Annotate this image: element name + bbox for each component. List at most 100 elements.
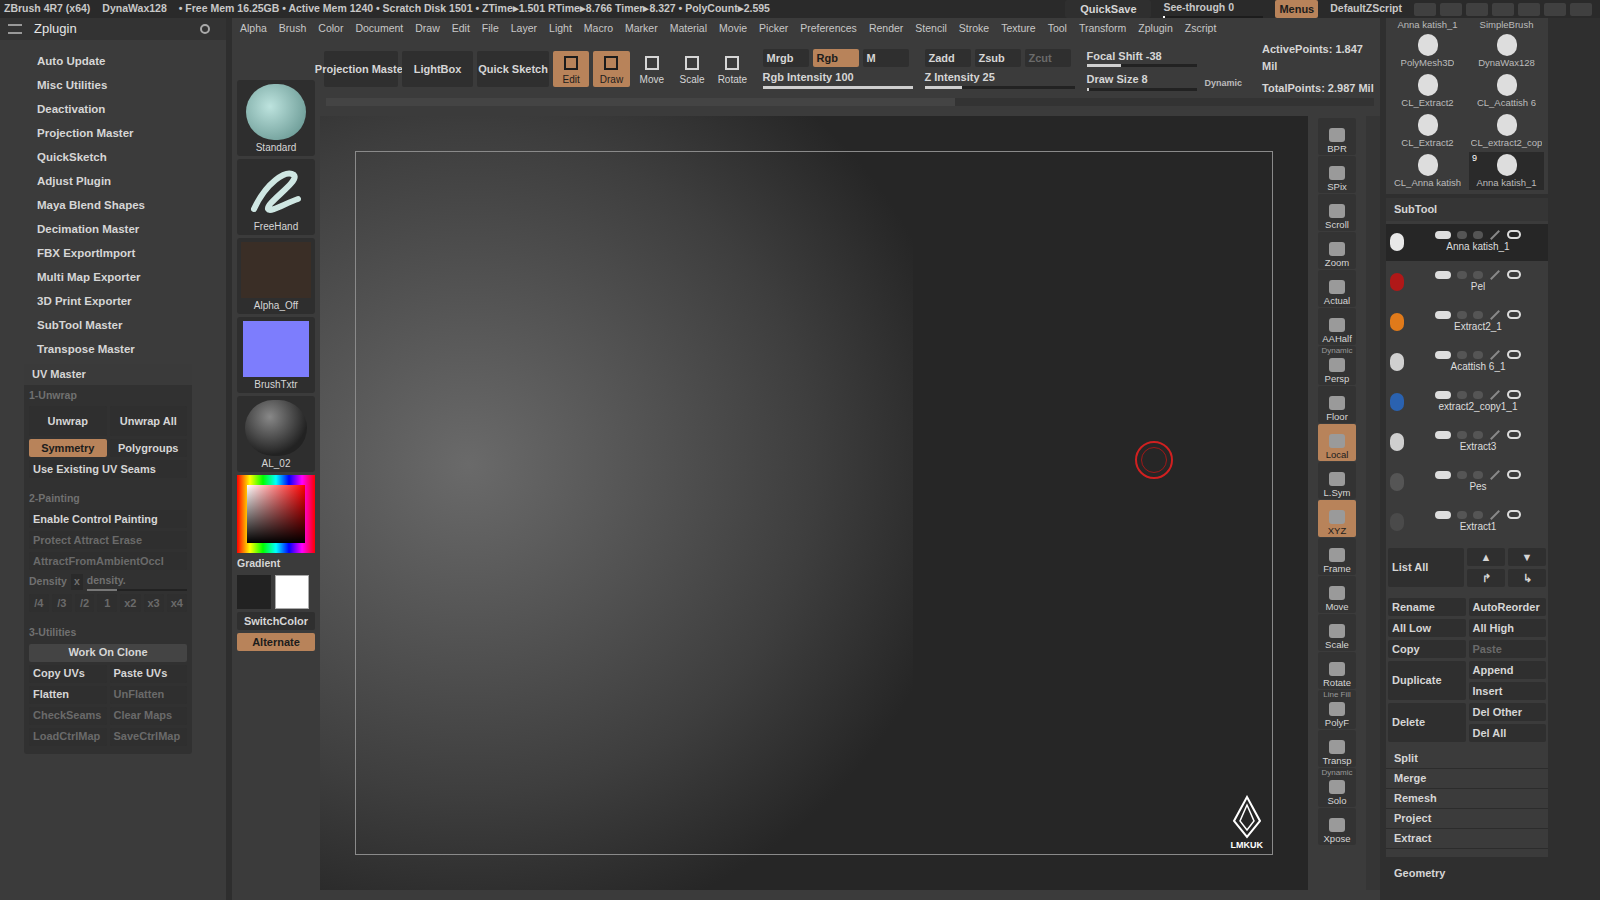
utility-button[interactable]: LoadCtrlMap (29, 728, 107, 746)
eye-icon[interactable] (1507, 310, 1521, 319)
density-button[interactable]: x4 (167, 594, 187, 612)
slider[interactable]: Draw Size 8 (1087, 71, 1197, 91)
brush-icon[interactable] (1490, 350, 1500, 360)
window-control-icon[interactable] (1570, 3, 1592, 16)
toggle-icon[interactable] (1473, 391, 1483, 399)
del-other-button[interactable]: Del Other (1469, 703, 1547, 721)
slider[interactable]: Focal Shift -38 (1087, 48, 1197, 68)
rgb-mode-button[interactable]: Mrgb (763, 49, 809, 67)
menu-icon[interactable] (8, 24, 22, 34)
density-button[interactable]: 1 (97, 594, 117, 612)
menus-button[interactable]: Menus (1275, 0, 1318, 18)
toggle-icon[interactable] (1457, 391, 1467, 399)
quicksave-button[interactable]: QuickSave (1065, 0, 1151, 18)
menu-item[interactable]: Layer (511, 21, 537, 37)
view-button[interactable]: Transp (1318, 730, 1356, 767)
slider[interactable]: Z Intensity 25 (925, 69, 1075, 89)
density-button[interactable]: /4 (29, 594, 49, 612)
subtool-button[interactable]: All High (1469, 619, 1547, 637)
view-button[interactable]: Move (1318, 576, 1356, 613)
subtool-button[interactable]: Copy (1388, 640, 1466, 658)
section-header[interactable]: Merge (1386, 769, 1548, 789)
subtool-item[interactable]: Extract3 (1386, 424, 1548, 461)
density-button[interactable]: /3 (52, 594, 72, 612)
painting-button[interactable]: Protect Attract Erase (29, 531, 187, 549)
mode-button[interactable]: Rotate (714, 51, 750, 87)
alpha-tile[interactable]: Alpha_Off (237, 238, 315, 314)
subtool-button[interactable]: Paste (1469, 640, 1547, 658)
use-seams-toggle[interactable]: Use Existing UV Seams (29, 460, 187, 478)
menu-item[interactable]: Tool (1048, 21, 1067, 37)
toggle-icon[interactable] (1457, 311, 1467, 319)
tool-thumbnail[interactable]: CL_Acattish 6 (1469, 72, 1544, 110)
subtool-item[interactable]: Pes (1386, 464, 1548, 501)
painting-button[interactable]: Enable Control Painting (29, 510, 187, 528)
plugin-item[interactable]: Projection Master (0, 122, 226, 146)
utility-button[interactable]: Clear Maps (110, 707, 188, 725)
mode-button[interactable]: Draw (593, 51, 629, 87)
utility-button[interactable]: Copy UVs (29, 665, 107, 683)
del-all-button[interactable]: Del All (1469, 724, 1547, 742)
plugin-item[interactable]: Misc Utilities (0, 74, 226, 98)
brush-tile[interactable]: Standard (237, 80, 315, 156)
menu-item[interactable]: Zscript (1185, 21, 1217, 37)
projection-master-button[interactable]: Projection Master (324, 51, 398, 87)
toggle-icon[interactable] (1435, 271, 1451, 279)
tool-thumbnail[interactable]: Anna katish_19 (1469, 152, 1544, 190)
brush-icon[interactable] (1490, 430, 1500, 440)
menu-item[interactable]: Macro (584, 21, 613, 37)
menu-item[interactable]: Stencil (915, 21, 947, 37)
menu-item[interactable]: Light (549, 21, 572, 37)
view-button[interactable]: BPR (1318, 118, 1356, 155)
menu-item[interactable]: Stroke (959, 21, 989, 37)
subtool-button[interactable]: All Low (1388, 619, 1466, 637)
mode-button[interactable]: Edit (553, 51, 589, 87)
utility-button[interactable]: Paste UVs (110, 665, 188, 683)
window-control-icon[interactable] (1492, 3, 1514, 16)
toggle-icon[interactable] (1473, 471, 1483, 479)
viewport[interactable]: LMKUK (320, 116, 1308, 890)
menu-item[interactable]: Texture (1001, 21, 1035, 37)
view-button[interactable]: L.Sym (1318, 462, 1356, 499)
window-control-icon[interactable] (1518, 3, 1540, 16)
brush-icon[interactable] (1490, 310, 1500, 320)
material-tile[interactable]: AL_02 (237, 396, 315, 472)
delete-button[interactable]: Delete (1388, 703, 1466, 742)
panel-header[interactable]: Zplugin (0, 18, 226, 40)
view-button[interactable]: Scale (1318, 614, 1356, 651)
view-button[interactable]: Actual (1318, 270, 1356, 307)
utility-button[interactable]: SaveCtrlMap (110, 728, 188, 746)
z-mode-button[interactable]: Zadd (925, 49, 971, 67)
dynamic-label[interactable]: Dynamic (1205, 77, 1243, 91)
toggle-icon[interactable] (1457, 231, 1467, 239)
toggle-icon[interactable] (1473, 271, 1483, 279)
utility-button[interactable]: CheckSeams (29, 707, 107, 725)
toggle-icon[interactable] (1473, 311, 1483, 319)
tool-thumbnail[interactable]: CL_Anna katish (1390, 152, 1465, 190)
tool-thumbnail[interactable]: CL_Extract2 (1390, 112, 1465, 150)
eye-icon[interactable] (1507, 350, 1521, 359)
subtool-item[interactable]: Acattish 6_1 (1386, 344, 1548, 381)
subtool-button[interactable]: AutoReorder (1469, 598, 1547, 616)
toggle-icon[interactable] (1457, 471, 1467, 479)
menu-item[interactable]: Material (670, 21, 707, 37)
view-button[interactable]: Rotate (1318, 652, 1356, 689)
work-on-clone-button[interactable]: Work On Clone (29, 644, 187, 662)
option-toggle[interactable]: Symmetry (29, 439, 107, 457)
toggle-icon[interactable] (1435, 431, 1451, 439)
menu-item[interactable]: Document (355, 21, 403, 37)
subtool-button[interactable]: Rename (1388, 598, 1466, 616)
toggle-icon[interactable] (1435, 511, 1451, 519)
toggle-icon[interactable] (1457, 431, 1467, 439)
eye-icon[interactable] (1507, 390, 1521, 399)
plugin-item[interactable]: Transpose Master (0, 338, 226, 362)
menu-item[interactable]: File (482, 21, 499, 37)
density-button[interactable]: x3 (144, 594, 164, 612)
view-button[interactable]: Line FillPolyF (1318, 690, 1356, 729)
plugin-item[interactable]: Deactivation (0, 98, 226, 122)
brush-icon[interactable] (1490, 230, 1500, 240)
toggle-icon[interactable] (1435, 351, 1451, 359)
plugin-item[interactable]: Adjust Plugin (0, 170, 226, 194)
arrow-button[interactable]: ↳ (1508, 569, 1546, 587)
unwrap-button[interactable]: Unwrap All (110, 406, 188, 436)
